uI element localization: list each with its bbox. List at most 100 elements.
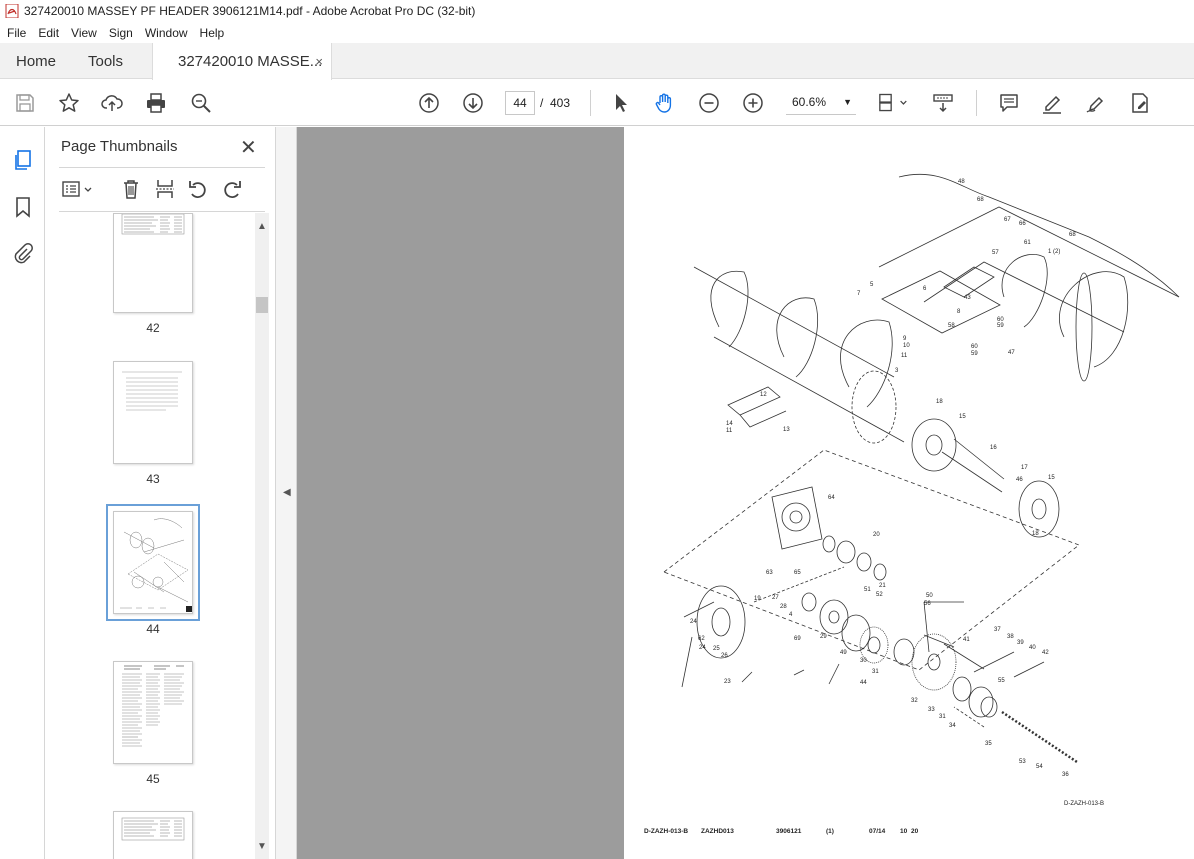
select-cursor-icon[interactable]	[609, 91, 633, 115]
callout: 24	[690, 619, 697, 625]
callout: 43	[964, 295, 971, 301]
menu-edit[interactable]: Edit	[31, 26, 64, 40]
scroll-mode-icon[interactable]	[931, 91, 955, 115]
zoom-level-value: 60.6%	[792, 95, 827, 109]
print-icon[interactable]	[144, 91, 168, 115]
callout: 35	[985, 741, 992, 747]
sign-pen-icon[interactable]	[1084, 91, 1108, 115]
page-thumbnails-icon[interactable]	[11, 148, 35, 172]
callout: 57	[992, 250, 999, 256]
callout: 59	[997, 323, 1004, 329]
delete-page-icon[interactable]	[119, 177, 143, 201]
highlight-pen-icon[interactable]	[1040, 91, 1064, 115]
page-number-input[interactable]: 44	[505, 91, 535, 115]
callout: 61	[1024, 240, 1031, 246]
divider	[59, 167, 265, 168]
callout: 32	[911, 698, 918, 704]
thumbnail-panel: Page Thumbnails ✕ 42 43 44 45 ▲ ▼	[45, 127, 275, 859]
document-view[interactable]: 48 68 67 66 68 57 61 1 (2) 5 7 6 43 8 58…	[297, 127, 1194, 859]
callout: 42	[1042, 650, 1049, 656]
tab-document[interactable]: 327420010 MASSE... ×	[152, 43, 332, 80]
thumbnail-page-44[interactable]	[106, 504, 200, 621]
thumbnail-page-45[interactable]	[113, 661, 193, 764]
page-separator: /	[540, 96, 544, 110]
footer-qty: (1)	[826, 828, 834, 835]
tab-close-icon[interactable]: ×	[315, 54, 323, 69]
tab-tools[interactable]: Tools	[88, 43, 123, 79]
callout: 33	[928, 707, 935, 713]
scrollbar-thumb[interactable]	[256, 297, 268, 313]
callout: 8	[957, 309, 961, 315]
callout: 19	[754, 596, 761, 602]
thumbnail-label: 42	[146, 321, 160, 335]
zoom-in-icon[interactable]	[741, 91, 765, 115]
callout: 15	[1048, 475, 1055, 481]
fill-sign-icon[interactable]	[1128, 91, 1152, 115]
main-toolbar: 44 / 403 60.6% ▼	[0, 80, 1194, 126]
split-page-icon[interactable]	[153, 177, 177, 201]
zoom-out-icon[interactable]	[697, 91, 721, 115]
collapse-panel-icon[interactable]: ◀	[283, 487, 291, 498]
bookmark-icon[interactable]	[11, 195, 35, 219]
callout: 30	[860, 658, 867, 664]
callout: 28	[780, 604, 787, 610]
star-icon[interactable]	[57, 91, 81, 115]
callout: 34	[949, 723, 956, 729]
menu-sign[interactable]: Sign	[102, 26, 138, 40]
close-icon[interactable]: ✕	[240, 135, 257, 160]
callout: 58	[948, 323, 955, 329]
menu-window[interactable]: Window	[138, 26, 193, 40]
tab-document-label: 327420010 MASSE...	[178, 53, 323, 70]
upload-cloud-icon[interactable]	[100, 91, 124, 115]
thumbnail-page-43[interactable]	[113, 361, 193, 464]
callout: 10	[903, 343, 910, 349]
callout: 18	[936, 399, 943, 405]
comment-icon[interactable]	[997, 91, 1021, 115]
thumbnail-label: 44	[146, 622, 160, 636]
thumbnail-page-46[interactable]	[113, 811, 193, 859]
panel-splitter[interactable]: ◀	[275, 127, 297, 859]
callout: 54	[1036, 764, 1043, 770]
callout: 15	[959, 414, 966, 420]
callout: 7	[857, 291, 861, 297]
toolbar-divider	[976, 90, 977, 116]
callout: 60	[971, 344, 978, 350]
window-title: 327420010 MASSEY PF HEADER 3906121M14.pd…	[24, 4, 476, 18]
scroll-down-icon[interactable]: ▼	[257, 841, 267, 852]
hand-tool-icon[interactable]	[653, 91, 677, 115]
rotate-clockwise-icon[interactable]	[220, 177, 244, 201]
panel-title: Page Thumbnails	[61, 138, 178, 155]
tab-home[interactable]: Home	[16, 43, 56, 79]
callout: 12	[760, 392, 767, 398]
menu-file[interactable]: File	[0, 26, 31, 40]
callout: 18	[1032, 531, 1039, 537]
zoom-level-select[interactable]: 60.6% ▼	[786, 91, 856, 115]
thumbnail-scrollbar[interactable]: ▲ ▼	[255, 213, 269, 859]
callout: 9	[903, 336, 907, 342]
zoom-search-icon[interactable]	[189, 91, 213, 115]
thumbnail-page-42[interactable]	[113, 213, 193, 313]
save-icon[interactable]	[13, 91, 37, 115]
footer-ref: D-ZAZH-013-B	[644, 828, 688, 835]
menu-view[interactable]: View	[64, 26, 102, 40]
footer-code: ZAZHD013	[701, 828, 734, 835]
divider	[59, 211, 265, 212]
page-fit-icon[interactable]	[876, 91, 912, 115]
attachment-icon[interactable]	[11, 241, 35, 265]
callout: 14	[726, 421, 733, 427]
scroll-up-icon[interactable]: ▲	[257, 221, 267, 232]
callout: 68	[1069, 232, 1076, 238]
callout: 31	[939, 714, 946, 720]
callout: 41	[963, 637, 970, 643]
previous-page-icon[interactable]	[417, 91, 441, 115]
next-page-icon[interactable]	[461, 91, 485, 115]
thumbnail-label: 45	[146, 772, 160, 786]
menu-bar: File Edit View Sign Window Help	[0, 22, 1194, 43]
rotate-counterclockwise-icon[interactable]	[186, 177, 210, 201]
callout: 69	[794, 636, 801, 642]
callout: 24	[699, 645, 706, 651]
thumbnail-toolbar	[59, 177, 265, 203]
callout: 47	[1008, 350, 1015, 356]
thumbnail-options-icon[interactable]	[61, 177, 95, 201]
menu-help[interactable]: Help	[193, 26, 230, 40]
